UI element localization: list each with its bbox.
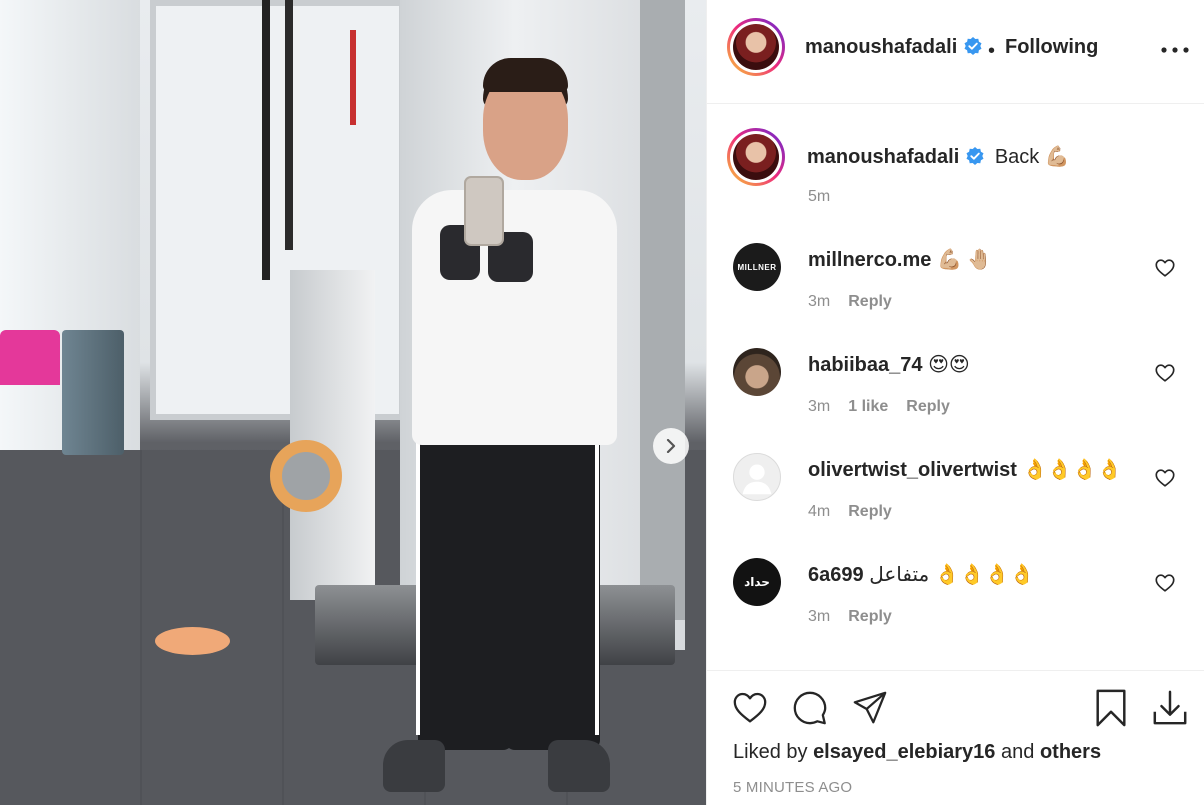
photo-person-stripe [416,435,420,735]
like-comment-heart-icon[interactable] [1154,572,1176,594]
comment-time[interactable]: 3m [808,293,830,310]
comment-time[interactable]: 4m [808,503,830,520]
caption-line: manoushafadali Back 💪🏼 [807,144,1070,169]
caption-username[interactable]: manoushafadali [807,146,959,168]
comment-item: MILLNER millnerco.me 💪🏼 🤚🏼 3m Reply [707,243,1204,348]
share-send-icon[interactable] [851,689,889,727]
comment-body: متفاعل 👌👌👌👌 [869,564,1035,586]
photo-person-hair [483,58,568,92]
like-comment-heart-icon[interactable] [1154,362,1176,384]
photo-weight-plate [270,440,342,512]
comment-item: حداد 6a699 متفاعل 👌👌👌👌 3m Reply [707,558,1204,663]
photo-bag [0,330,60,385]
reply-button[interactable]: Reply [848,503,892,520]
reply-button[interactable]: Reply [906,398,950,415]
comment-time[interactable]: 3m [808,608,830,625]
bookmark-icon[interactable] [1092,689,1130,727]
comment-text: millnerco.me 💪🏼 🤚🏼 [808,247,992,272]
comment-meta: 3m Reply [808,293,910,311]
photo-strap [285,0,293,250]
like-heart-icon[interactable] [731,689,769,727]
post-header: manoushafadali • Following [707,0,1204,104]
next-photo-button[interactable] [653,428,689,464]
caption-text: Back 💪🏼 [994,146,1070,168]
liked-by-others[interactable]: others [1040,741,1101,763]
photo-strap [350,30,356,125]
commenter-username[interactable]: habiibaa_74 [808,354,923,376]
photo-weight-plate [155,627,230,655]
commenter-avatar[interactable]: MILLNER [733,243,781,291]
avatar-logo-text: حداد [744,575,770,589]
chevron-right-icon [666,439,676,453]
liked-by-user[interactable]: elsayed_elebiary16 [813,741,995,763]
photo-person-leg [505,430,600,750]
comment-meta: 4m Reply [808,503,910,521]
verified-badge-icon [966,147,984,165]
commenter-avatar[interactable] [733,453,781,501]
liked-by-line: Liked by elsayed_elebiary16 and others [733,741,1101,764]
commenter-username[interactable]: olivertwist_olivertwist [808,459,1017,481]
photo-person-stripe [595,435,599,735]
comment-meta: 3m 1 like Reply [808,398,968,416]
photo-bin [62,330,124,455]
following-button[interactable]: Following [1005,36,1098,59]
caption-avatar[interactable] [727,128,785,186]
comment-body: 💪🏼 🤚🏼 [936,249,993,271]
comment-bubble-icon[interactable] [791,689,829,727]
comment-text: habiibaa_74 😍😍 [808,352,970,377]
avatar-logo-text: MILLNER [737,262,777,272]
commenter-username[interactable]: millnerco.me [808,249,931,271]
like-comment-heart-icon[interactable] [1154,467,1176,489]
commenter-username[interactable]: 6a699 [808,564,864,586]
photo-dumbbell-stand [290,270,375,600]
liked-by-and: and [1001,741,1035,763]
verified-badge-icon [964,37,982,55]
comment-text: 6a699 متفاعل 👌👌👌👌 [808,562,1034,587]
photo-strap [262,0,270,280]
photo-person-leg [418,430,513,750]
comment-body: 👌👌👌👌 [1022,459,1123,481]
comment-time[interactable]: 3m [808,398,830,415]
download-icon[interactable] [1151,689,1189,727]
photo-person-phone [464,176,504,246]
comment-item: habiibaa_74 😍😍 3m 1 like Reply [707,348,1204,453]
photo-person-shoe [548,740,610,792]
author-avatar[interactable] [727,18,785,76]
author-username-text[interactable]: manoushafadali [805,36,957,58]
comment-meta: 3m Reply [808,608,910,626]
caption-time[interactable]: 5m [808,188,830,206]
photo-person-shoe [383,740,445,792]
liked-by-prefix: Liked by [733,741,808,763]
comment-item: olivertwist_olivertwist 👌👌👌👌 4m Reply [707,453,1204,558]
photo-pillar [640,0,685,620]
post-timestamp[interactable]: 5 MINUTES AGO [733,779,852,796]
reply-button[interactable]: Reply [848,608,892,625]
default-avatar-icon [742,464,772,495]
comment-body: 😍😍 [928,354,970,376]
follow-separator: • [988,40,996,62]
commenter-avatar[interactable] [733,348,781,396]
post-photo[interactable] [0,0,706,805]
reply-button[interactable]: Reply [848,293,892,310]
author-username[interactable]: manoushafadali [805,36,983,59]
post-side-panel: manoushafadali • Following manoushafadal… [706,0,1204,805]
more-options-icon[interactable] [1155,38,1195,62]
commenter-avatar[interactable]: حداد [733,558,781,606]
comment-likes[interactable]: 1 like [848,398,888,415]
like-comment-heart-icon[interactable] [1154,257,1176,279]
comment-text: olivertwist_olivertwist 👌👌👌👌 [808,457,1122,482]
post-actions: Liked by elsayed_elebiary16 and others 5… [707,670,1204,805]
